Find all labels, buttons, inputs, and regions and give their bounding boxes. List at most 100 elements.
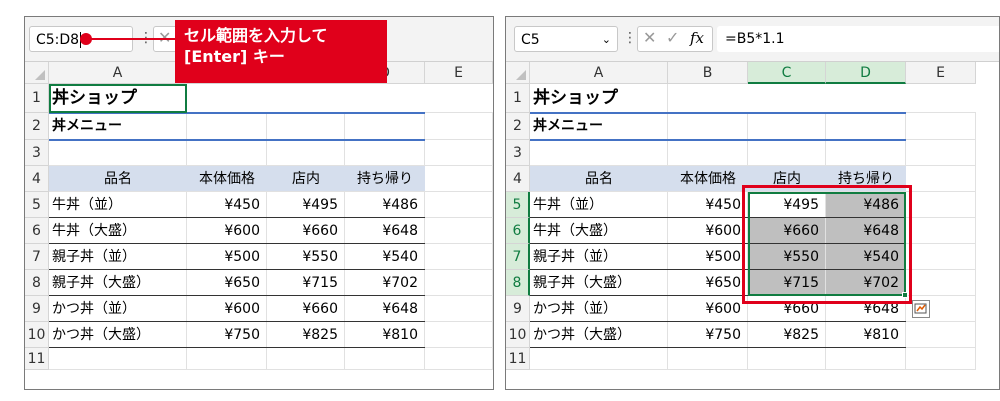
cell-d10[interactable]: ¥810 [826,322,906,348]
cell-b7[interactable]: ¥500 [668,244,748,270]
cell-c5[interactable]: ¥495 [748,192,826,218]
cell-a1[interactable]: 丼ショップ [530,84,668,113]
cell-a2[interactable]: 丼メニュー [49,113,187,140]
row-header-1[interactable]: 1 [25,84,49,113]
cell-d4[interactable]: 持ち帰り [826,166,906,192]
cell-c7[interactable]: ¥550 [267,244,345,270]
select-all-corner[interactable] [506,62,530,84]
cell-b10[interactable]: ¥750 [187,322,267,348]
cell-e3[interactable] [906,140,976,166]
cell-d3[interactable] [345,140,425,166]
cell-a7[interactable]: 親子丼（並） [49,244,187,270]
row-header-11[interactable]: 11 [25,348,49,370]
cell-b8[interactable]: ¥650 [668,270,748,296]
cell-b4[interactable]: 本体価格 [668,166,748,192]
cell-a10[interactable]: かつ丼（大盛） [530,322,668,348]
cell-a3[interactable] [49,140,187,166]
row-header-6[interactable]: 6 [25,218,49,244]
row-header-5[interactable]: 5 [25,192,49,218]
chevron-down-icon[interactable]: ⌄ [602,27,611,53]
cell-e10[interactable] [906,322,976,348]
column-header-a[interactable]: A [49,62,187,84]
row-header-5[interactable]: 5 [506,192,530,218]
cell-e7[interactable] [906,244,976,270]
cell-e6[interactable] [425,218,493,244]
cell-e11[interactable] [906,348,976,370]
cell-b3[interactable] [668,140,748,166]
cell-a10[interactable]: かつ丼（大盛） [49,322,187,348]
cell-d8[interactable]: ¥702 [345,270,425,296]
cell-a8[interactable]: 親子丼（大盛） [530,270,668,296]
row-header-3[interactable]: 3 [506,140,530,166]
cell-e2[interactable] [425,113,493,140]
column-header-e[interactable]: E [906,62,976,84]
cell-b9[interactable]: ¥600 [187,296,267,322]
row-header-9[interactable]: 9 [25,296,49,322]
row-header-4[interactable]: 4 [25,166,49,192]
cell-c6[interactable]: ¥660 [267,218,345,244]
cell-d10[interactable]: ¥810 [345,322,425,348]
cell-a9[interactable]: かつ丼（並） [530,296,668,322]
cell-a6[interactable]: 牛丼（大盛） [530,218,668,244]
cell-d4[interactable]: 持ち帰り [345,166,425,192]
cell-c6[interactable]: ¥660 [748,218,826,244]
cell-e5[interactable] [906,192,976,218]
cell-d6[interactable]: ¥648 [345,218,425,244]
cell-d7[interactable]: ¥540 [345,244,425,270]
cell-c11[interactable] [267,348,345,370]
cell-b7[interactable]: ¥500 [187,244,267,270]
cell-c8[interactable]: ¥715 [748,270,826,296]
row-header-3[interactable]: 3 [25,140,49,166]
cell-a7[interactable]: 親子丼（並） [530,244,668,270]
row-header-2[interactable]: 2 [506,113,530,140]
cell-b1[interactable] [668,84,748,113]
cell-d7[interactable]: ¥540 [826,244,906,270]
cell-b9[interactable]: ¥600 [668,296,748,322]
cell-b11[interactable] [187,348,267,370]
cell-e11[interactable] [425,348,493,370]
cell-b2[interactable] [187,113,267,140]
cell-c10[interactable]: ¥825 [748,322,826,348]
cell-b5[interactable]: ¥450 [187,192,267,218]
cell-c10[interactable]: ¥825 [267,322,345,348]
cell-a1[interactable]: 丼ショップ [49,84,187,113]
column-header-a[interactable]: A [530,62,668,84]
row-header-8[interactable]: 8 [25,270,49,296]
cell-e5[interactable] [425,192,493,218]
cell-c3[interactable] [748,140,826,166]
cancel-icon[interactable]: ✕ [643,28,656,47]
cell-d9[interactable]: ¥648 [826,296,906,322]
row-header-11[interactable]: 11 [506,348,530,370]
cell-e2[interactable] [906,113,976,140]
row-header-1[interactable]: 1 [506,84,530,113]
cell-c8[interactable]: ¥715 [267,270,345,296]
cell-b3[interactable] [187,140,267,166]
cell-e1[interactable] [425,84,493,113]
cell-a11[interactable] [530,348,668,370]
cell-e7[interactable] [425,244,493,270]
cell-a6[interactable]: 牛丼（大盛） [49,218,187,244]
row-header-2[interactable]: 2 [25,113,49,140]
cell-d1[interactable] [826,84,906,113]
cell-c3[interactable] [267,140,345,166]
cell-c2[interactable] [267,113,345,140]
row-header-10[interactable]: 10 [25,322,49,348]
cell-b6[interactable]: ¥600 [668,218,748,244]
cell-d11[interactable] [826,348,906,370]
formula-input[interactable]: =B5*1.1 [717,26,999,52]
cell-c7[interactable]: ¥550 [748,244,826,270]
cell-d9[interactable]: ¥648 [345,296,425,322]
function-icon[interactable]: fx [690,29,704,47]
column-header-d[interactable]: D [826,62,906,84]
select-all-corner[interactable] [25,62,49,84]
cell-e3[interactable] [425,140,493,166]
right-name-box[interactable]: C5 ⌄ [514,26,618,52]
cell-a11[interactable] [49,348,187,370]
cell-a4[interactable]: 品名 [49,166,187,192]
cell-a5[interactable]: 牛丼（並） [530,192,668,218]
row-header-10[interactable]: 10 [506,322,530,348]
cell-b5[interactable]: ¥450 [668,192,748,218]
row-header-7[interactable]: 7 [25,244,49,270]
cell-c5[interactable]: ¥495 [267,192,345,218]
cell-d11[interactable] [345,348,425,370]
